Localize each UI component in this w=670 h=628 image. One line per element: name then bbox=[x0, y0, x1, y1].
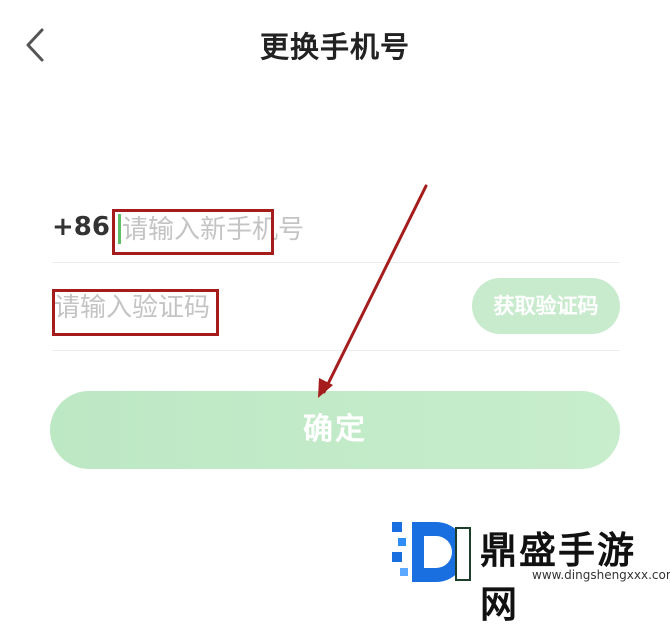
nav-bar: 更换手机号 bbox=[0, 0, 670, 90]
watermark-url: www.dingshengxxx.com bbox=[532, 568, 670, 582]
page-title: 更换手机号 bbox=[259, 30, 410, 64]
annotation-box-phone bbox=[112, 209, 274, 255]
country-code[interactable]: +86 bbox=[52, 212, 110, 242]
watermark-logo-icon bbox=[392, 522, 471, 582]
confirm-button[interactable]: 确定 bbox=[50, 391, 620, 469]
divider bbox=[52, 350, 620, 351]
get-code-button[interactable]: 获取验证码 bbox=[472, 278, 620, 334]
watermark: 鼎盛手游网 www.dingshengxxx.com bbox=[392, 518, 670, 626]
annotation-box-code bbox=[52, 289, 219, 336]
divider bbox=[52, 262, 620, 263]
